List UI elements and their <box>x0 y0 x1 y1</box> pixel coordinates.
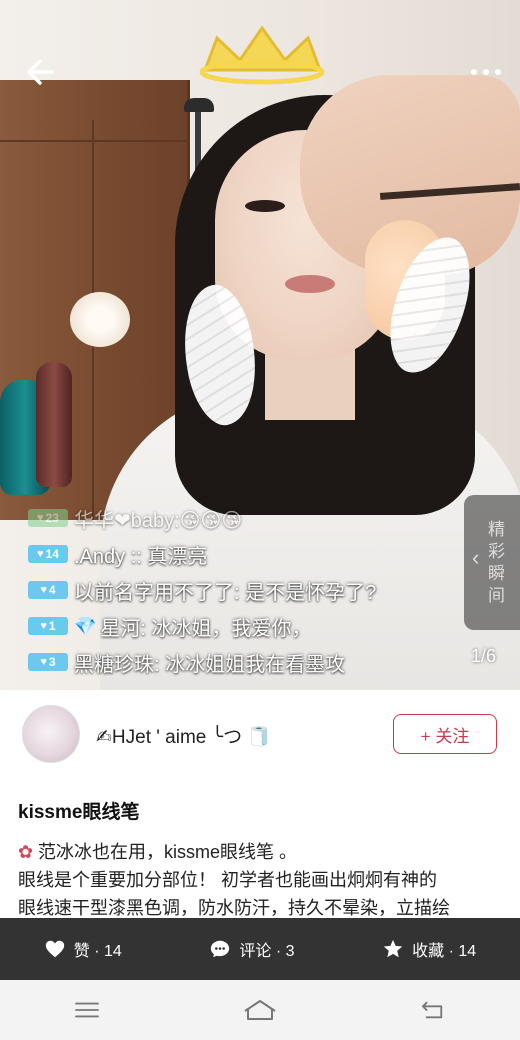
heart-icon: ♥ <box>40 584 47 596</box>
like-button[interactable]: 赞 · 14 <box>44 937 122 961</box>
level-number: 14 <box>45 547 59 561</box>
system-navigation-bar <box>0 980 520 1040</box>
star-icon <box>383 939 403 958</box>
post-text: 范冰冰也在用，kissme眼线笔 。 <box>38 842 298 862</box>
image-page-indicator: 1/6 <box>470 646 496 666</box>
flower <box>70 292 130 347</box>
heart-icon: ♥ <box>40 620 47 632</box>
chat-text: 黑糖珍珠: 冰冰姐姐我在看墨攻 <box>74 653 346 676</box>
crown-sticker <box>195 20 330 85</box>
level-number: 1 <box>48 619 56 633</box>
action-bar: 赞 · 14 评论 · 3 收藏 · 14 <box>0 918 520 980</box>
floor-lamp-head <box>184 98 214 112</box>
menu-icon[interactable] <box>67 995 107 1025</box>
level-badge: ♥ 14 <box>28 545 68 563</box>
chat-message: ♥ 3 黑糖珍珠: 冰冰姐姐我在看墨攻 <box>28 644 468 680</box>
back-icon[interactable] <box>413 995 453 1025</box>
highlights-label: 精彩瞬间 <box>488 520 505 605</box>
chat-text: 华华❤baby:😘😘😘 <box>74 509 243 532</box>
post-body: ✿ 范冰冰也在用，kissme眼线笔 。 眼线是个重要加分部位！ 初学者也能画出炯… <box>18 838 508 918</box>
collect-label: 收藏 · 14 <box>412 943 477 960</box>
heart-icon <box>45 940 64 958</box>
level-number: 4 <box>48 583 56 597</box>
level-badge: ♥ 3 <box>28 653 68 671</box>
heart-icon: ♥ <box>40 656 47 668</box>
chat-text: .Andy :: 真漂亮 <box>74 545 208 568</box>
cabinet-seam <box>0 140 190 142</box>
chat-text: 星河: 冰冰姐，我爱你， <box>100 617 312 640</box>
back-arrow-icon[interactable] <box>22 56 62 88</box>
chat-message: ♥ 23 华华❤baby:😘😘😘 <box>28 500 468 536</box>
chat-message: ♥ 1 💎 星河: 冰冰姐，我爱你， <box>28 608 468 644</box>
diamond-icon: 💎 <box>74 615 97 636</box>
post-line: ✿ 范冰冰也在用，kissme眼线笔 。 <box>18 838 508 866</box>
chat-text: 以前名字用不了了: 是不是怀孕了? <box>74 581 377 604</box>
left-eye <box>245 200 285 212</box>
level-badge: ♥ 1 <box>28 617 68 635</box>
follow-button[interactable]: + 关注 <box>393 714 497 754</box>
level-badge: ♥ 4 <box>28 581 68 599</box>
chat-message: ♥ 14 .Andy :: 真漂亮 <box>28 536 468 572</box>
heart-icon: ♥ <box>37 548 44 560</box>
post-line: 眼线速干型漆黑色调，防水防汗，持久不晕染，立描绘 <box>18 898 450 918</box>
chat-message: ♥ 4 以前名字用不了了: 是不是怀孕了? <box>28 572 468 608</box>
lips <box>285 275 335 293</box>
level-badge: ♥ 23 <box>28 509 68 527</box>
post-title: kissme眼线笔 <box>18 802 140 823</box>
chevron-left-icon: ‹ <box>472 545 480 570</box>
comment-label: 评论 · 3 <box>239 943 295 960</box>
vase <box>36 362 72 487</box>
collect-button[interactable]: 收藏 · 14 <box>382 937 476 961</box>
comment-icon <box>211 940 230 958</box>
live-video[interactable]: ♥ 23 华华❤baby:😘😘😘 ♥ 14 .Andy :: 真漂亮 ♥ 4 以前名字… <box>0 0 520 690</box>
post-line: 眼线是个重要加分部位！ 初学者也能画出炯炯有神的 <box>18 870 437 890</box>
avatar[interactable] <box>22 705 80 763</box>
highlights-tab[interactable]: ‹ 精彩瞬间 <box>464 495 520 630</box>
level-number: 3 <box>48 655 56 669</box>
more-dots-icon[interactable] <box>466 62 506 82</box>
home-icon[interactable] <box>240 995 280 1025</box>
live-chat-list: ♥ 23 华华❤baby:😘😘😘 ♥ 14 .Andy :: 真漂亮 ♥ 4 以前名字… <box>28 500 468 680</box>
heart-icon: ♥ <box>37 512 44 524</box>
author-name[interactable]: ✍HJet ' aime ╰つ 🧻 <box>96 722 271 749</box>
level-number: 23 <box>45 511 59 525</box>
flower-icon: ✿ <box>18 842 34 862</box>
like-label: 赞 · 14 <box>73 943 122 960</box>
comment-button[interactable]: 评论 · 3 <box>209 937 295 961</box>
